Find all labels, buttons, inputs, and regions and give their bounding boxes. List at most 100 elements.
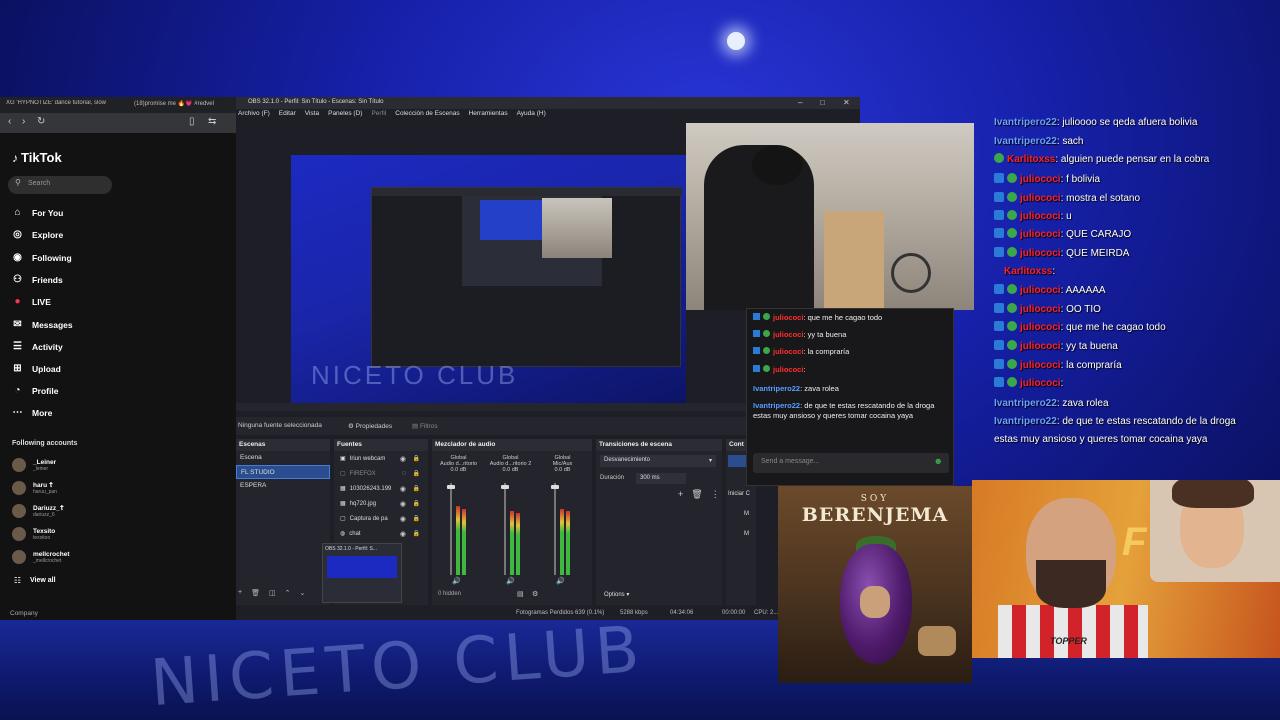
nav-explore[interactable]: ◎ Explore xyxy=(12,229,63,240)
up-icon[interactable]: ⌃ xyxy=(285,589,291,597)
duration-input[interactable]: 300 ms xyxy=(636,473,686,484)
nav-profile[interactable]: ◔ Profile xyxy=(12,385,58,396)
control-button[interactable]: M xyxy=(744,511,749,517)
eye-icon[interactable]: ◉ xyxy=(400,455,406,463)
maximize-icon[interactable]: □ xyxy=(820,98,825,107)
menu-docks[interactable]: Paneles (D) xyxy=(328,110,362,122)
chat-user[interactable]: Ivantripero22 xyxy=(753,401,800,410)
lock-icon[interactable]: 🔒 xyxy=(413,455,420,462)
fader-knob[interactable] xyxy=(501,485,509,489)
chat-user[interactable]: juliococi xyxy=(773,313,803,322)
menu-view[interactable]: Vista xyxy=(305,110,319,122)
lock-icon[interactable]: 🔒 xyxy=(413,485,420,492)
add-icon[interactable]: + xyxy=(238,589,242,597)
scene-item-selected[interactable]: FL STUDIO xyxy=(236,465,330,479)
chat-user: Karlitoxss xyxy=(1004,266,1053,277)
tiktok-logo[interactable]: ♪ TikTok xyxy=(12,150,62,165)
trash-icon[interactable]: 🗑 xyxy=(251,589,260,597)
view-all-link[interactable]: ☷ View all xyxy=(12,576,56,585)
menu-tools[interactable]: Herramientas xyxy=(469,110,508,122)
company-link[interactable]: Company xyxy=(10,610,38,617)
eye-hidden-icon[interactable]: ◌ xyxy=(402,470,406,477)
filters-button[interactable]: ▤ Filtros xyxy=(412,422,438,430)
chat-user[interactable]: Ivantripero22 xyxy=(753,384,800,393)
mixer-options-button[interactable]: Options ▾ xyxy=(604,591,629,598)
menu-scene-collection[interactable]: Colección de Escenas xyxy=(395,110,459,122)
menu-file[interactable]: Archivo (F) xyxy=(238,110,270,122)
fader-knob[interactable] xyxy=(447,485,455,489)
account-item[interactable]: haru ☦ haruu_pan xyxy=(12,481,57,495)
minimize-icon[interactable]: – xyxy=(798,98,802,107)
volume-fader[interactable] xyxy=(554,483,556,575)
properties-button[interactable]: ⚙ Propiedades xyxy=(348,422,392,430)
more-icon: ⋯ xyxy=(12,407,23,418)
nav-live[interactable]: ● LIVE xyxy=(12,296,50,307)
back-icon[interactable]: ‹ xyxy=(8,116,11,127)
bookmark-icon[interactable]: ▯ xyxy=(189,116,195,127)
more-icon[interactable]: ⋮ xyxy=(711,489,720,500)
nav-messages[interactable]: ✉ Messages xyxy=(12,319,72,330)
nav-for-you[interactable]: ⌂ For You xyxy=(12,207,63,218)
mixer-menu-icon[interactable]: ▤ xyxy=(517,590,524,598)
tiktok-search-input[interactable]: ⚲ Search xyxy=(8,176,112,194)
browser-tab[interactable]: XG 'HYPNOTIZE' dance tutorial, slow xyxy=(6,100,118,106)
lock-icon[interactable]: 🔒 xyxy=(413,500,420,507)
eye-icon[interactable]: ◉ xyxy=(400,500,406,508)
eye-icon[interactable]: ◉ xyxy=(400,485,406,493)
eye-icon[interactable]: ◉ xyxy=(400,530,406,538)
chat-message-input[interactable]: Send a message... ☻ xyxy=(753,453,949,473)
lock-icon[interactable]: 🔒 xyxy=(413,470,420,477)
close-icon[interactable]: ✕ xyxy=(843,98,850,107)
volume-fader[interactable] xyxy=(450,483,452,575)
chat-user[interactable]: juliococi xyxy=(773,347,803,356)
add-icon[interactable]: + xyxy=(678,489,683,500)
source-item[interactable]: ◍ chat ◉ 🔒 xyxy=(334,526,428,541)
fader-knob[interactable] xyxy=(551,485,559,489)
badge-icon xyxy=(994,377,1004,387)
emote-icon[interactable]: ☻ xyxy=(934,456,943,466)
source-item[interactable]: ▣ Iriun webcam ◉ 🔒 xyxy=(334,451,428,466)
source-item[interactable]: ▦ hq720.jpg ◉ 🔒 xyxy=(334,496,428,511)
menu-help[interactable]: Ayuda (H) xyxy=(517,110,546,122)
browser-tab-active[interactable]: (18)promise me 🔥💗 #redvel xyxy=(134,100,234,107)
obs-preview-canvas[interactable]: NICETO CLUB xyxy=(291,155,686,405)
source-item[interactable]: ▢ FIREFOX ◌ 🔒 xyxy=(334,466,428,481)
lock-icon[interactable]: 🔒 xyxy=(413,515,420,522)
chat-user[interactable]: juliococi xyxy=(773,330,803,339)
tab-settings-icon[interactable]: ⇆ xyxy=(208,116,216,127)
account-item[interactable]: Dariuzz_☦ dariuzz_6 xyxy=(12,504,64,518)
source-item[interactable]: ▢ Captura de pa ◉ 🔒 xyxy=(334,511,428,526)
account-name: Texsito xyxy=(33,527,56,535)
mute-icon[interactable]: 🔊 xyxy=(452,577,461,585)
account-item[interactable]: mellcrochet _mellcrochet xyxy=(12,550,70,564)
nav-activity[interactable]: ☰ Activity xyxy=(12,341,63,352)
scene-item[interactable]: ESPERA xyxy=(236,479,330,493)
nav-friends[interactable]: ⚇ Friends xyxy=(12,274,63,285)
transition-select[interactable]: Desvanecimiento ▾ xyxy=(600,455,716,467)
chat-user[interactable]: juliococi xyxy=(773,365,803,374)
lock-icon[interactable]: 🔒 xyxy=(413,530,420,537)
nav-following[interactable]: ◉ Following xyxy=(12,252,72,263)
account-handle: haruu_pan xyxy=(33,488,57,495)
filter-icon[interactable]: ◫ xyxy=(269,589,276,597)
start-recording-button[interactable]: Iniciar C xyxy=(728,491,750,497)
nav-upload[interactable]: ⊞ Upload xyxy=(12,363,61,374)
source-item[interactable]: ▦ 103026243.199 ◉ 🔒 xyxy=(334,481,428,496)
forward-icon[interactable]: › xyxy=(22,116,25,127)
eye-icon[interactable]: ◉ xyxy=(400,515,406,523)
properties-label: Propiedades xyxy=(355,423,393,430)
menu-edit[interactable]: Editar xyxy=(279,110,296,122)
down-icon[interactable]: ⌄ xyxy=(299,589,305,597)
mute-icon[interactable]: 🔊 xyxy=(506,577,515,585)
trash-icon[interactable]: 🗑 xyxy=(691,489,702,500)
account-item[interactable]: Texsito texsitoo xyxy=(12,527,55,541)
account-item[interactable]: _Leiner _leiner xyxy=(12,458,56,472)
menu-profile[interactable]: Perfil xyxy=(371,110,386,122)
mixer-settings-icon[interactable]: ⚙ xyxy=(532,590,538,598)
volume-fader[interactable] xyxy=(504,483,506,575)
reload-icon[interactable]: ↻ xyxy=(37,116,45,127)
scene-item[interactable]: Escena xyxy=(236,451,330,465)
control-button[interactable]: M xyxy=(744,531,749,537)
nav-more[interactable]: ⋯ More xyxy=(12,407,53,418)
mute-icon[interactable]: 🔊 xyxy=(556,577,565,585)
